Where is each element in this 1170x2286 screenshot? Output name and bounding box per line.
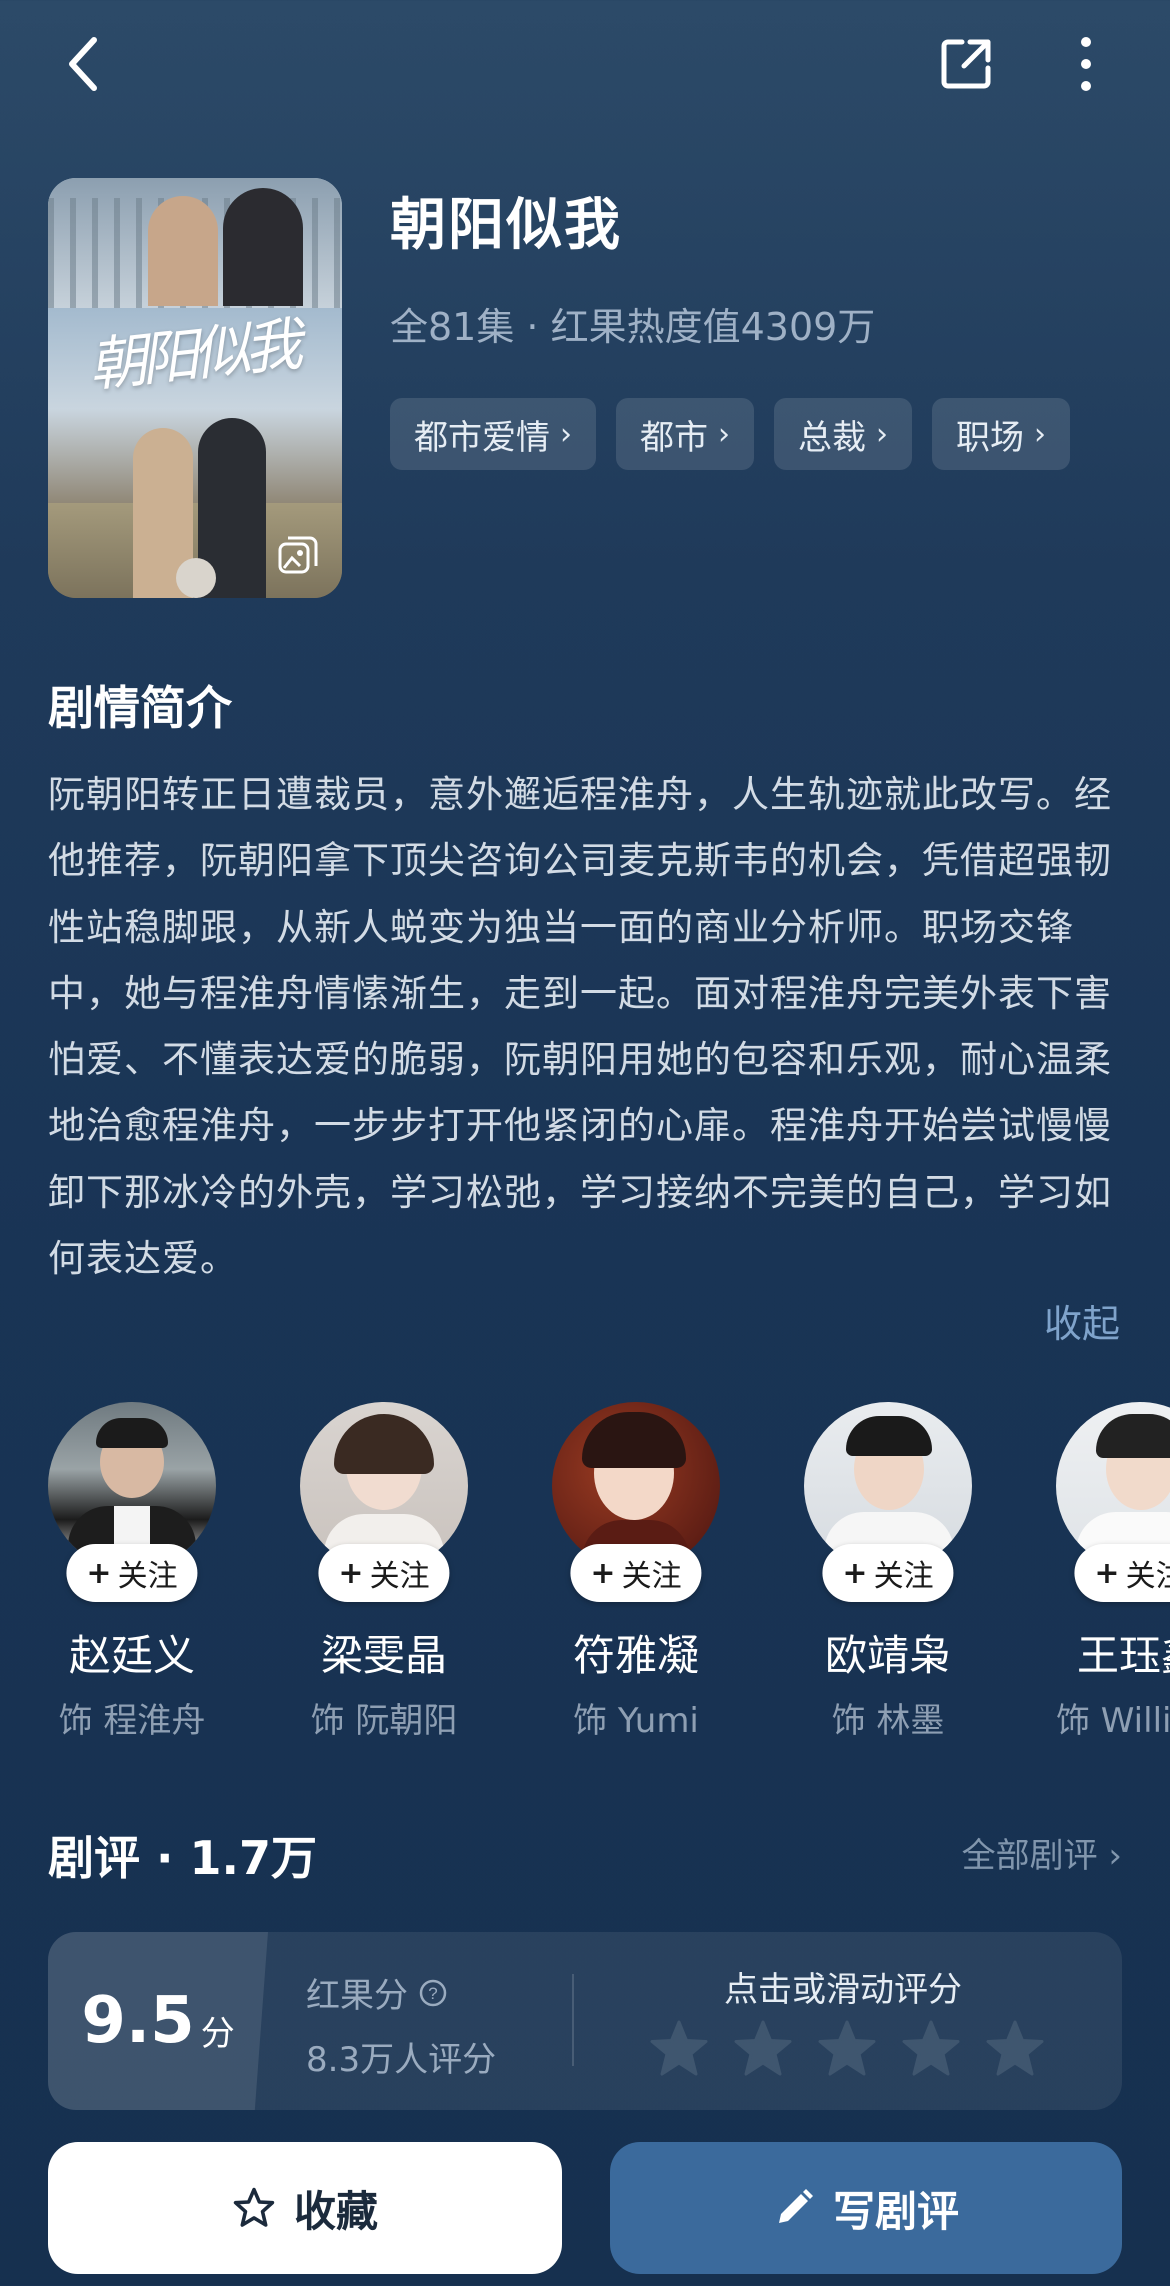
cast-member[interactable]: + 关注 符雅凝 饰 Yumi	[552, 1402, 720, 1742]
tag-chip[interactable]: 职场 ›	[932, 398, 1070, 470]
plus-icon: +	[590, 1555, 616, 1591]
star-rating[interactable]	[648, 2018, 1046, 2080]
cast-name: 符雅凝	[572, 1631, 699, 1680]
reviews-title: 剧评 · 1.7万	[48, 1831, 317, 1885]
tag-label: 都市爱情	[414, 417, 550, 458]
plus-icon: +	[338, 1555, 364, 1591]
show-meta: 全81集 · 红果热度值4309万	[390, 305, 876, 349]
star-icon[interactable]	[816, 2018, 878, 2080]
star-icon[interactable]	[900, 2018, 962, 2080]
gallery-icon[interactable]	[276, 534, 320, 578]
follow-button[interactable]: +关注	[570, 1544, 702, 1602]
follow-label: 关注	[621, 1559, 682, 1594]
genre-tags: 都市爱情 › 都市 › 总裁 › 职场 ›	[390, 398, 1070, 470]
synopsis-text: 阮朝阳转正日遭裁员，意外邂逅程淮舟，人生轨迹就此改写。经他推荐，阮朝阳拿下顶尖咨…	[48, 773, 1112, 1281]
share-button[interactable]	[926, 24, 1006, 104]
cast-name: 欧靖枭	[824, 1631, 951, 1680]
cast-name: 梁雯晶	[320, 1631, 447, 1680]
tag-label: 总裁	[798, 417, 866, 458]
chevron-right-icon: ›	[1034, 416, 1046, 452]
poster-image[interactable]: 朝阳似我	[48, 178, 342, 598]
cast-role: 饰 程淮舟	[58, 1701, 206, 1741]
follow-button[interactable]: +关注	[822, 1544, 954, 1602]
cast-name: 王珏鑫	[1076, 1631, 1170, 1680]
cast-list: + 关注 赵廷义 饰 程淮舟 + 关注 梁雯晶 饰 阮朝阳 + 关注 符雅凝 饰 Yu…	[48, 1402, 1170, 1742]
back-button[interactable]	[44, 24, 124, 104]
score-box: 9.5 分	[48, 1932, 268, 2110]
tag-label: 职场	[956, 417, 1024, 458]
follow-label: 关注	[873, 1559, 934, 1594]
star-icon[interactable]	[648, 2018, 710, 2080]
more-button[interactable]	[1046, 24, 1126, 104]
poster-dog	[176, 558, 216, 598]
pencil-icon	[778, 2189, 813, 2223]
chevron-right-icon: ›	[876, 416, 888, 452]
cast-member[interactable]: + 关注 欧靖枭 饰 林墨	[804, 1402, 972, 1742]
chevron-right-icon: ›	[560, 416, 572, 452]
rate-prompt: 点击或滑动评分	[724, 1970, 962, 2010]
cast-name: 赵廷义	[68, 1631, 195, 1680]
rater-count: 8.3万人评分	[306, 2040, 497, 2080]
follow-label: 关注	[1125, 1559, 1170, 1594]
follow-label: 关注	[369, 1559, 430, 1594]
collect-button[interactable]: 收藏	[48, 2142, 562, 2274]
follow-label: 关注	[117, 1559, 178, 1594]
star-icon[interactable]	[732, 2018, 794, 2080]
poster-figure-man-top	[223, 188, 303, 306]
follow-button[interactable]: +关注	[1074, 1544, 1170, 1602]
cast-member[interactable]: +关注 王珏鑫 饰 William	[1056, 1402, 1170, 1742]
all-reviews-link[interactable]: 全部剧评 ›	[962, 1828, 1122, 1877]
score-label: 红果分	[306, 1976, 408, 2016]
cast-role: 饰 阮朝阳	[310, 1701, 458, 1741]
poster-figure-woman-top	[148, 196, 218, 306]
write-review-button[interactable]: 写剧评	[610, 2142, 1122, 2274]
score-value: 9.5	[81, 1984, 195, 2058]
tag-chip[interactable]: 都市爱情 ›	[390, 398, 596, 470]
plus-icon: +	[842, 1555, 868, 1591]
chevron-right-icon: ›	[718, 416, 730, 452]
back-icon	[69, 37, 97, 91]
follow-button[interactable]: +关注	[66, 1544, 198, 1602]
star-outline-icon	[233, 2187, 275, 2227]
score-label-row: 红果分 ?	[306, 1968, 448, 2017]
cast-role: 饰 Yumi	[573, 1701, 699, 1741]
write-review-label: 写剧评	[832, 2186, 959, 2236]
divider	[572, 1974, 574, 2066]
collect-label: 收藏	[293, 2186, 378, 2236]
star-icon[interactable]	[984, 2018, 1046, 2080]
cast-role: 饰 William	[1056, 1701, 1170, 1741]
poster-title-art: 朝阳似我	[85, 310, 300, 400]
show-title: 朝阳似我	[390, 193, 622, 258]
score-unit: 分	[200, 2013, 235, 2054]
all-reviews-label: 全部剧评	[961, 1836, 1098, 1876]
cast-role: 饰 林墨	[831, 1701, 945, 1741]
follow-button[interactable]: +关注	[318, 1544, 450, 1602]
chevron-right-icon: ›	[1097, 1836, 1122, 1876]
cast-member[interactable]: + 关注 赵廷义 饰 程淮舟	[48, 1402, 216, 1742]
share-icon	[941, 39, 991, 89]
cast-member[interactable]: + 关注 梁雯晶 饰 阮朝阳	[300, 1402, 468, 1742]
plus-icon: +	[1094, 1555, 1120, 1591]
tag-chip[interactable]: 都市 ›	[616, 398, 754, 470]
help-icon[interactable]: ?	[418, 1978, 448, 2008]
collapse-link[interactable]: 收起	[1044, 1293, 1120, 1348]
tag-label: 都市	[640, 417, 708, 458]
tag-chip[interactable]: 总裁 ›	[774, 398, 912, 470]
rating-card: 9.5 分 红果分 ? 8.3万人评分 点击或滑动评分	[48, 1932, 1122, 2110]
more-icon	[1081, 37, 1091, 91]
synopsis-title: 剧情简介	[48, 681, 232, 735]
plus-icon: +	[86, 1555, 112, 1591]
svg-text:?: ?	[428, 1984, 437, 2003]
